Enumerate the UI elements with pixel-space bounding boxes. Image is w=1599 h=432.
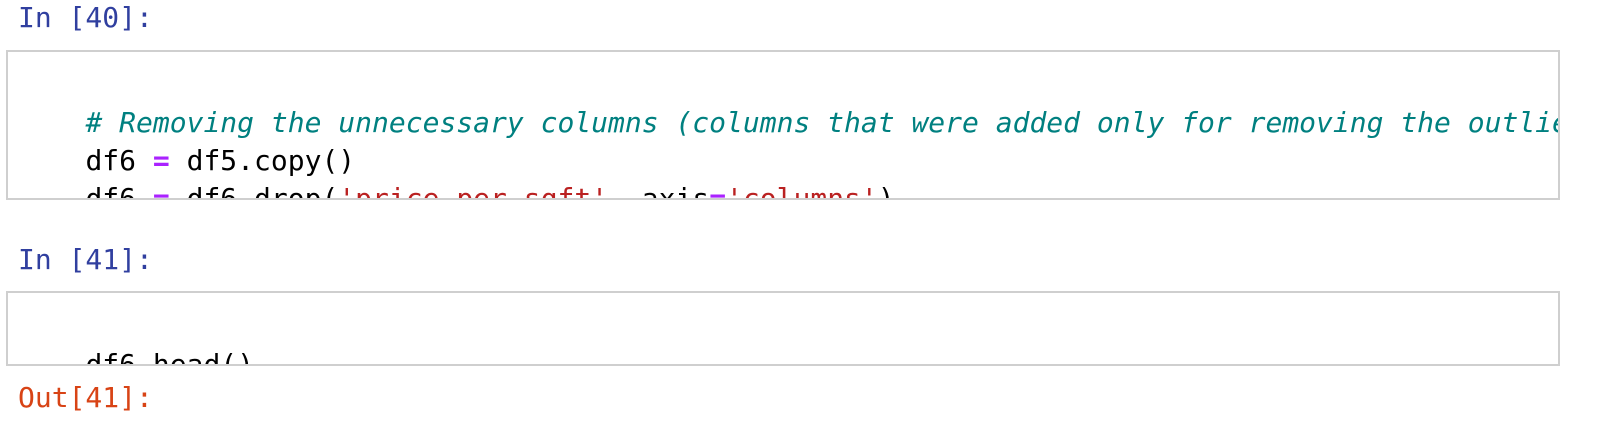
code-variable: df6 [85, 182, 137, 200]
cell-41-out-prompt: Out[41]: [18, 381, 153, 414]
code-expression: df6.head() [85, 348, 255, 366]
cell-40-code-editor[interactable]: # Removing the unnecessary columns (colu… [6, 50, 1560, 200]
code-string: 'columns' [726, 182, 878, 200]
code-line-drop: df6 = df6.drop('price_per_sqft', axis='c… [18, 142, 894, 198]
code-keyword-arg: , axis [608, 182, 710, 200]
code-close-paren: ) [877, 182, 895, 200]
code-operator: = [709, 182, 727, 200]
cell-40-in-prompt: In [40]: [18, 1, 153, 34]
cell-41-code-editor[interactable]: df6.head() [6, 291, 1560, 366]
code-line-copy: df6 = df5.copy() [18, 104, 355, 177]
code-call: df6.drop( [186, 182, 339, 200]
code-line-comment: # Removing the unnecessary columns (colu… [18, 66, 1558, 139]
code-operator: = [152, 182, 170, 200]
code-line-head: df6.head() [18, 308, 254, 364]
code-string: 'price_per_sqft' [338, 182, 609, 200]
cell-41-in-prompt: In [41]: [18, 243, 153, 276]
